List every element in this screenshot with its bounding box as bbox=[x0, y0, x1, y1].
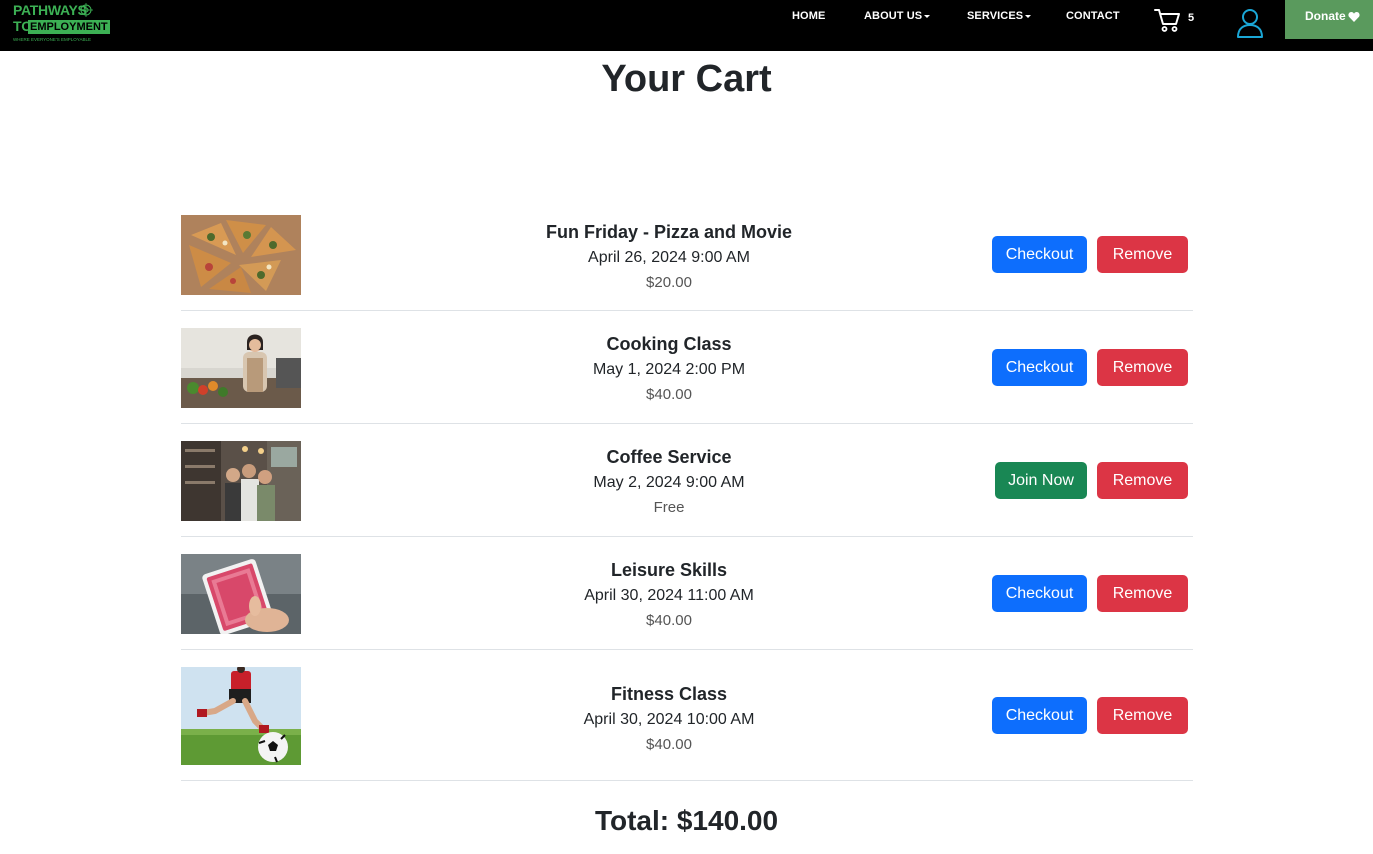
cart-item-info: Coffee Service May 2, 2024 9:00 AM Free bbox=[479, 447, 859, 516]
caret-down-icon bbox=[924, 14, 931, 18]
pizza-photo bbox=[181, 215, 301, 295]
item-price: $40.00 bbox=[646, 736, 692, 753]
nav-contact[interactable]: CONTACT bbox=[1066, 10, 1120, 22]
item-date: May 1, 2024 2:00 PM bbox=[592, 361, 746, 378]
nav-about-us[interactable]: ABOUT US bbox=[864, 10, 931, 22]
cart-item: Fun Friday - Pizza and Movie April 26, 2… bbox=[181, 198, 1193, 311]
cart-item: Fitness Class April 30, 2024 10:00 AM $4… bbox=[181, 650, 1193, 781]
logo-text-employment: EMPLOYMENT bbox=[28, 20, 110, 34]
nav-services[interactable]: SERVICES bbox=[967, 10, 1032, 22]
cart-item-info: Fitness Class April 30, 2024 10:00 AM $4… bbox=[479, 684, 859, 753]
nav-services-label: SERVICES bbox=[967, 10, 1024, 22]
checkout-button[interactable]: Checkout bbox=[992, 236, 1087, 273]
item-date: April 26, 2024 9:00 AM bbox=[588, 249, 750, 266]
item-date: April 30, 2024 10:00 AM bbox=[583, 711, 755, 728]
remove-button[interactable]: Remove bbox=[1097, 462, 1188, 499]
donate-label: Donate bbox=[1305, 9, 1346, 23]
remove-button[interactable]: Remove bbox=[1097, 236, 1188, 273]
item-title: Fun Friday - Pizza and Movie bbox=[545, 222, 793, 242]
cart-item-info: Fun Friday - Pizza and Movie April 26, 2… bbox=[479, 222, 859, 291]
item-title: Cooking Class bbox=[606, 334, 732, 354]
caret-down-icon bbox=[1025, 14, 1032, 18]
shopping-cart-icon[interactable] bbox=[1154, 7, 1182, 33]
heart-icon bbox=[1348, 12, 1360, 22]
checkout-button[interactable]: Checkout bbox=[992, 349, 1087, 386]
cart-total: Total: $140.00 bbox=[594, 805, 779, 836]
site-logo[interactable]: PATHWAYS TO EMPLOYMENT WHERE EVERYONE'S … bbox=[13, 2, 110, 43]
logo-text-pathways: PATHWAYS bbox=[13, 2, 87, 18]
item-title: Leisure Skills bbox=[610, 560, 728, 580]
join-now-button[interactable]: Join Now bbox=[995, 462, 1087, 499]
chef-photo bbox=[181, 328, 301, 408]
item-title: Fitness Class bbox=[610, 684, 728, 704]
donate-button[interactable]: Donate bbox=[1285, 0, 1373, 39]
compass-icon bbox=[79, 3, 93, 17]
nav-home[interactable]: HOME bbox=[792, 10, 825, 22]
cart-item: Cooking Class May 1, 2024 2:00 PM $40.00… bbox=[181, 311, 1193, 424]
cart-items-list: Fun Friday - Pizza and Movie April 26, 2… bbox=[181, 198, 1193, 781]
cart-item-info: Cooking Class May 1, 2024 2:00 PM $40.00 bbox=[479, 334, 859, 403]
cart-item: Leisure Skills April 30, 2024 11:00 AM $… bbox=[181, 537, 1193, 650]
item-date: April 30, 2024 11:00 AM bbox=[584, 587, 754, 604]
item-price: Free bbox=[653, 499, 685, 516]
item-title: Coffee Service bbox=[606, 447, 732, 467]
top-navbar: PATHWAYS TO EMPLOYMENT WHERE EVERYONE'S … bbox=[0, 0, 1373, 51]
item-price: $40.00 bbox=[646, 612, 692, 629]
cart-count-badge[interactable]: 5 bbox=[1188, 12, 1194, 24]
nav-about-label: ABOUT US bbox=[864, 10, 923, 22]
remove-button[interactable]: Remove bbox=[1097, 575, 1188, 612]
page-title: Your Cart bbox=[601, 58, 772, 100]
item-date: May 2, 2024 9:00 AM bbox=[593, 474, 745, 491]
checkout-button[interactable]: Checkout bbox=[992, 697, 1087, 734]
cafe-group-photo bbox=[181, 441, 301, 521]
item-price: $20.00 bbox=[646, 274, 692, 291]
remove-button[interactable]: Remove bbox=[1097, 349, 1188, 386]
user-account-icon[interactable] bbox=[1236, 8, 1264, 38]
checkout-button[interactable]: Checkout bbox=[992, 575, 1087, 612]
playing-cards-photo bbox=[181, 554, 301, 634]
cart-item: Coffee Service May 2, 2024 9:00 AM Free … bbox=[181, 424, 1193, 537]
remove-button[interactable]: Remove bbox=[1097, 697, 1188, 734]
cart-item-info: Leisure Skills April 30, 2024 11:00 AM $… bbox=[479, 560, 859, 629]
logo-tagline: WHERE EVERYONE'S EMPLOYABLE bbox=[13, 37, 91, 42]
item-price: $40.00 bbox=[646, 386, 692, 403]
soccer-photo bbox=[181, 667, 301, 765]
